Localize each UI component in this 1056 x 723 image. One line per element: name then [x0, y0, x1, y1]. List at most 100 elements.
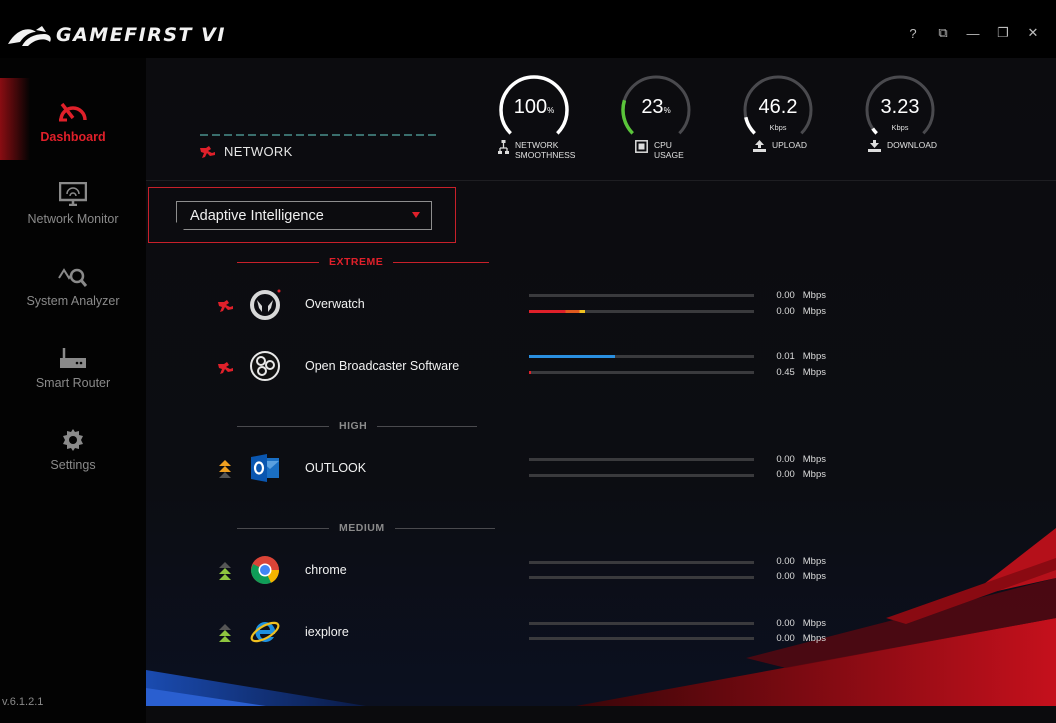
title-bar: GAMEFIRST VI ? ⧉ — ❐ ✕ — [0, 0, 1056, 58]
mini-mode-icon[interactable]: ⧉ — [928, 22, 958, 44]
chrome-icon — [251, 556, 280, 584]
upload-bar — [529, 294, 754, 297]
section-divider — [237, 261, 319, 263]
sidebar-item-dashboard[interactable]: Dashboard — [0, 78, 146, 160]
dashboard-gauge-icon — [58, 88, 88, 124]
rate-value: 0.01 — [776, 351, 795, 362]
dashboard-panel: NETWORK 100% NETWORK SMOOTHNESS 23% CPU US… — [146, 58, 1056, 706]
caption-line: USAGE — [654, 150, 684, 160]
rate-value: 0.00 — [776, 571, 795, 582]
sidebar-item-label: Smart Router — [35, 376, 111, 390]
minimize-icon[interactable]: — — [958, 22, 988, 44]
sidebar-item-label: System Analyzer — [26, 294, 120, 308]
section-header-medium: MEDIUM — [237, 522, 495, 534]
app-name: Open Broadcaster Software — [305, 359, 460, 373]
section-label: EXTREME — [329, 256, 384, 268]
extreme-priority-icon[interactable] — [216, 356, 234, 378]
iexplore-icon — [250, 621, 280, 643]
app-name: chrome — [305, 563, 347, 577]
download-bar-fill — [529, 310, 586, 313]
caption-download: DOWNLOAD — [868, 140, 937, 152]
app-row-iexplore[interactable]: iexplore 0.00 Mbps 0.00 Mbps — [146, 614, 1056, 654]
upload-icon — [753, 140, 766, 152]
download-rate: 0.00 Mbps — [756, 306, 826, 317]
caption-line: DOWNLOAD — [887, 140, 938, 150]
upload-rate: 0.00 Mbps — [756, 618, 826, 629]
download-rate: 0.45 Mbps — [756, 367, 826, 378]
sidebar-item-network-monitor[interactable]: Network Monitor — [0, 160, 146, 242]
upload-bar — [529, 622, 754, 625]
rate-value: 0.00 — [776, 306, 795, 317]
download-bar — [529, 576, 754, 579]
section-divider — [237, 425, 329, 427]
download-bar — [529, 371, 754, 374]
gauge-value: 3.23 — [880, 96, 920, 118]
extreme-priority-icon[interactable] — [216, 294, 234, 316]
rate-unit: Mbps — [802, 618, 826, 629]
sidebar: Dashboard Network Monitor System Analyze… — [0, 58, 146, 723]
sidebar-item-label: Dashboard — [40, 130, 106, 144]
app-row-overwatch[interactable]: Overwatch 0.00 Mbps 0.00 Mbps — [146, 286, 1056, 326]
help-icon[interactable]: ? — [898, 22, 928, 44]
section-header-extreme: EXTREME — [237, 256, 490, 268]
analyzer-icon — [58, 252, 88, 288]
app-name: iexplore — [305, 625, 349, 639]
high-priority-icon[interactable] — [216, 458, 234, 480]
router-icon — [59, 334, 87, 370]
section-header-high: HIGH — [237, 420, 478, 432]
download-bar-fill — [529, 371, 532, 374]
caption-line: NETWORK — [515, 140, 559, 150]
caption-line: CPU — [654, 140, 672, 150]
network-node-icon — [498, 140, 509, 154]
rate-value: 0.00 — [776, 469, 795, 480]
mode-select-highlight: Adaptive Intelligence — [148, 187, 456, 243]
gauge-download: 3.23 Kbps — [864, 74, 944, 146]
app-row-outlook[interactable]: OUTLOOK 0.00 Mbps 0.00 Mbps — [146, 450, 1056, 490]
sidebar-item-smart-router[interactable]: Smart Router — [0, 324, 146, 406]
caption-network-smoothness: NETWORK SMOOTHNESS — [498, 140, 575, 160]
download-rate: 0.00 Mbps — [756, 469, 826, 480]
gauge-value: 46.2 — [758, 96, 798, 118]
obs-icon — [250, 351, 280, 381]
rate-unit: Mbps — [802, 454, 826, 465]
rate-unit: Mbps — [802, 351, 826, 362]
download-icon — [868, 140, 881, 152]
gauge-value: 23 — [641, 96, 664, 118]
rate-unit: Mbps — [802, 290, 826, 301]
rate-unit: Mbps — [802, 306, 826, 317]
sidebar-item-label: Network Monitor — [27, 212, 119, 226]
gauge-cpu-usage: 23% — [620, 74, 700, 146]
medium-priority-icon[interactable] — [216, 560, 234, 582]
rate-value: 0.00 — [776, 556, 795, 567]
rate-unit: Mbps — [802, 556, 826, 567]
window-controls: ? ⧉ — ❐ ✕ — [898, 22, 1048, 44]
app-title: GAMEFIRST VI — [56, 24, 226, 46]
rate-value: 0.00 — [776, 454, 795, 465]
mode-select-dropdown[interactable]: Adaptive Intelligence — [176, 201, 432, 230]
section-divider — [394, 527, 495, 529]
rate-value: 0.00 — [776, 290, 795, 301]
sidebar-item-system-analyzer[interactable]: System Analyzer — [0, 242, 146, 324]
medium-priority-icon[interactable] — [216, 622, 234, 644]
upload-bar — [529, 458, 754, 461]
upload-bar — [529, 561, 754, 564]
gauge-suffix: % — [663, 106, 671, 115]
download-bar — [529, 310, 754, 313]
app-row-obs[interactable]: Open Broadcaster Software 0.01 Mbps 0.45… — [146, 348, 1056, 388]
section-label: HIGH — [339, 420, 368, 432]
network-indicator: NETWORK — [198, 144, 293, 159]
caption-cpu-usage: CPU USAGE — [635, 140, 684, 160]
app-row-chrome[interactable]: chrome 0.00 Mbps 0.00 Mbps — [146, 552, 1056, 592]
rate-unit: Mbps — [802, 633, 826, 644]
monitor-icon — [59, 170, 87, 206]
close-icon[interactable]: ✕ — [1018, 22, 1048, 44]
upload-bar-fill — [529, 355, 615, 358]
sidebar-item-settings[interactable]: Settings — [0, 406, 146, 488]
caption-upload: UPLOAD — [753, 140, 807, 152]
caret-down-icon — [412, 212, 420, 218]
sidebar-item-label: Settings — [50, 458, 96, 472]
download-bar — [529, 474, 754, 477]
download-rate: 0.00 Mbps — [756, 571, 826, 582]
gear-icon — [61, 416, 85, 452]
restore-icon[interactable]: ❐ — [988, 22, 1018, 44]
